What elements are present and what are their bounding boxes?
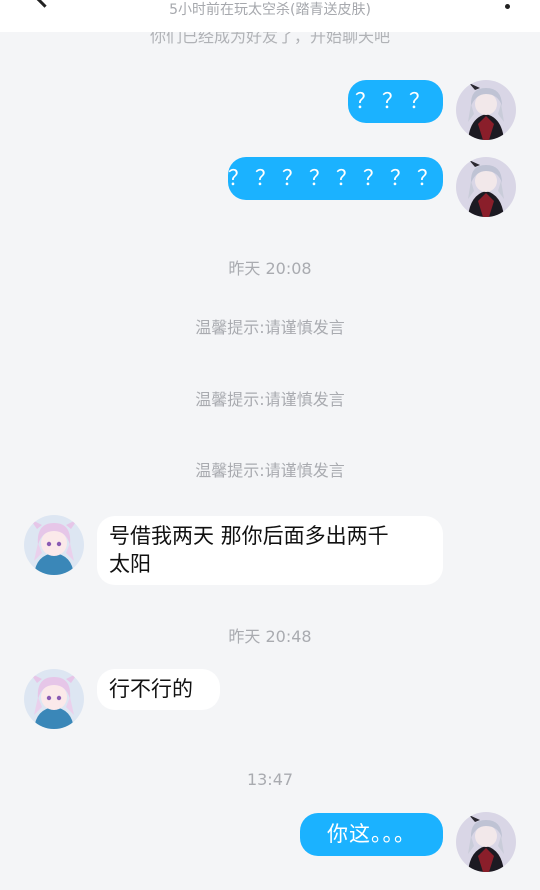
chat-header: 5小时前在玩太空杀(踏青送皮肤): [0, 0, 540, 32]
my-avatar[interactable]: [456, 157, 516, 217]
system-tip: 温馨提示:请谨慎发言: [195, 461, 345, 480]
friend-message-bubble[interactable]: 号借我两天 那你后面多出两千 太阳: [97, 516, 443, 585]
friend-avatar[interactable]: [24, 669, 84, 729]
my-message-bubble[interactable]: ？？？？？？？？: [228, 157, 443, 200]
my-avatar[interactable]: [456, 80, 516, 140]
message-text: 你这。。。: [327, 822, 416, 846]
timestamp: 昨天 20:08: [228, 259, 312, 278]
friend-avatar[interactable]: [24, 515, 84, 575]
friend-message-bubble[interactable]: 行不行的: [97, 669, 220, 710]
my-message-bubble[interactable]: 你这。。。: [300, 813, 443, 856]
message-text: 太阳: [109, 552, 151, 576]
my-avatar[interactable]: [456, 812, 516, 872]
timestamp: 13:47: [246, 770, 294, 789]
my-message-bubble[interactable]: ？？？: [348, 80, 443, 123]
system-tip: 温馨提示:请谨慎发言: [195, 318, 345, 337]
timestamp: 昨天 20:48: [228, 627, 312, 646]
system-tip: 温馨提示:请谨慎发言: [195, 390, 345, 409]
more-options-icon[interactable]: [505, 4, 510, 9]
friend-status: 5小时前在玩太空杀(踏青送皮肤): [169, 2, 371, 18]
message-text: ？？？: [355, 89, 436, 113]
message-text: 号借我两天 那你后面多出两千: [109, 524, 389, 548]
message-text: 行不行的: [109, 677, 193, 701]
message-text: ？？？？？？？？: [228, 166, 444, 190]
